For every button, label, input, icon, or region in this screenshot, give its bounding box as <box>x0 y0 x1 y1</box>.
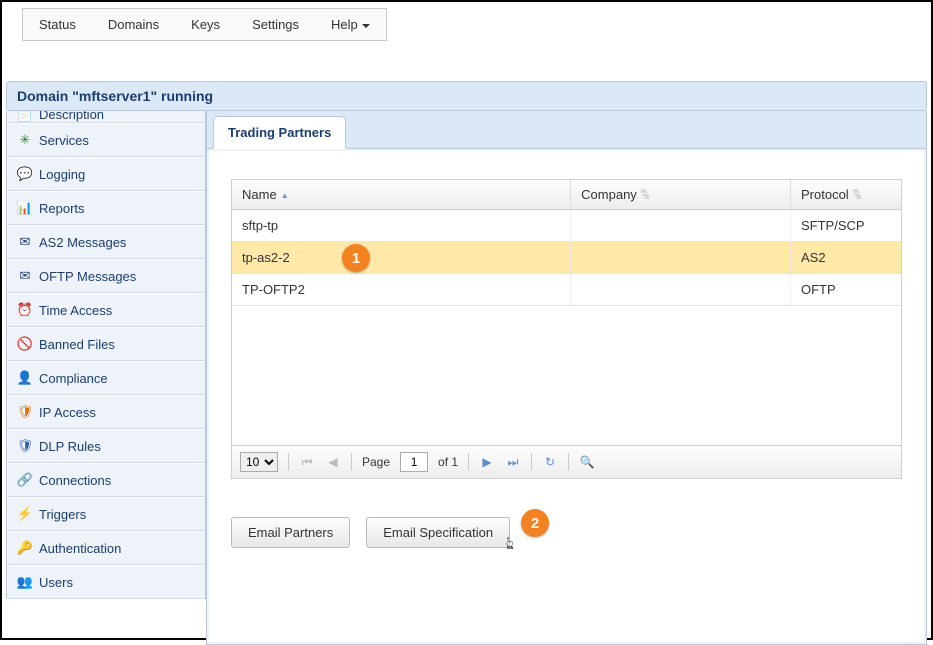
pager-sep <box>568 453 569 471</box>
logging-icon: 💬 <box>17 166 33 182</box>
prev-page-icon[interactable]: ◀ <box>325 454 341 470</box>
sidebar-item-triggers[interactable]: ⚡ Triggers <box>7 497 205 531</box>
sidebar-item-label: Reports <box>39 201 85 216</box>
email-specification-button[interactable]: Email Specification <box>366 517 510 548</box>
cell-protocol: AS2 <box>791 242 901 273</box>
menu-domains[interactable]: Domains <box>92 9 175 40</box>
sidebar-item-banned-files[interactable]: 🚫 Banned Files <box>7 327 205 361</box>
cell-company <box>571 274 791 305</box>
sidebar-item-compliance[interactable]: 👤 Compliance <box>7 361 205 395</box>
sidebar-item-label: Authentication <box>39 541 121 556</box>
dlp-icon: 🛡 <box>17 438 33 454</box>
pager-sep <box>288 453 289 471</box>
cell-protocol: SFTP/SCP <box>791 210 901 241</box>
main-panel: Trading Partners Name Company Protocol s… <box>206 111 927 645</box>
email-partners-button[interactable]: Email Partners <box>231 517 350 548</box>
panel-body: Name Company Protocol sftp-tp SFTP/SCP t… <box>209 151 924 642</box>
cell-company <box>571 210 791 241</box>
menu-help[interactable]: Help <box>315 9 386 40</box>
page-label: Page <box>362 455 390 469</box>
sidebar-item-logging[interactable]: 💬 Logging <box>7 157 205 191</box>
sidebar-item-reports[interactable]: 📊 Reports <box>7 191 205 225</box>
page-input[interactable] <box>400 452 428 472</box>
sidebar-item-time-access[interactable]: ⏰ Time Access <box>7 293 205 327</box>
sidebar-item-label: Compliance <box>39 371 108 386</box>
cell-company <box>571 242 791 273</box>
sidebar-item-dlp-rules[interactable]: 🛡 DLP Rules <box>7 429 205 463</box>
sidebar-item-label: IP Access <box>39 405 96 420</box>
sidebar-item-label: Services <box>39 133 89 148</box>
table-row[interactable]: TP-OFTP2 OFTP <box>232 274 901 306</box>
menu-keys[interactable]: Keys <box>175 9 236 40</box>
first-page-icon[interactable]: ⏮ <box>299 454 315 470</box>
cell-name: TP-OFTP2 <box>232 274 571 305</box>
sidebar-item-description[interactable]: 📄 Description <box>7 111 205 123</box>
tab-trading-partners[interactable]: Trading Partners <box>213 116 346 149</box>
col-name[interactable]: Name <box>232 180 571 209</box>
cell-protocol: OFTP <box>791 274 901 305</box>
cursor-pointer-icon: 👆︎ <box>506 533 514 554</box>
annotation-badge-2: 2 <box>521 509 549 537</box>
partners-table: Name Company Protocol sftp-tp SFTP/SCP t… <box>231 179 902 479</box>
sidebar-item-services[interactable]: ✳ Services <box>7 123 205 157</box>
sidebar-item-oftp-messages[interactable]: ✉ OFTP Messages <box>7 259 205 293</box>
cell-name: tp-as2-2 <box>232 242 571 273</box>
sidebar-item-label: AS2 Messages <box>39 235 126 250</box>
annotation-badge-1: 1 <box>342 244 370 272</box>
sidebar-item-label: OFTP Messages <box>39 269 136 284</box>
sidebar-item-label: Users <box>39 575 73 590</box>
as2-icon: ✉ <box>17 234 33 250</box>
services-icon: ✳ <box>17 132 33 148</box>
col-company[interactable]: Company <box>571 180 791 209</box>
compliance-icon: 👤 <box>17 370 33 386</box>
connections-icon: 🔗 <box>17 472 33 488</box>
sidebar-item-authentication[interactable]: 🔑 Authentication <box>7 531 205 565</box>
time-icon: ⏰ <box>17 302 33 318</box>
pager-sep <box>351 453 352 471</box>
sidebar-item-label: Triggers <box>39 507 86 522</box>
auth-icon: 🔑 <box>17 540 33 556</box>
pager: 10 ⏮ ◀ Page of 1 ▶ ⏭ ↻ 🔍 <box>232 445 901 478</box>
domain-title-bar: Domain "mftserver1" running <box>6 81 927 111</box>
table-row[interactable]: tp-as2-2 AS2 1 <box>232 242 901 274</box>
description-icon: 📄 <box>17 111 33 123</box>
sidebar-item-users[interactable]: 👥 Users <box>7 565 205 599</box>
next-page-icon[interactable]: ▶ <box>479 454 495 470</box>
sidebar-item-label: Description <box>39 111 104 122</box>
sidebar-item-label: Time Access <box>39 303 112 318</box>
tab-strip: Trading Partners <box>207 111 926 149</box>
cell-name: sftp-tp <box>232 210 571 241</box>
last-page-icon[interactable]: ⏭ <box>505 454 521 470</box>
sidebar-item-label: Logging <box>39 167 85 182</box>
users-icon: 👥 <box>17 574 33 590</box>
refresh-icon[interactable]: ↻ <box>542 454 558 470</box>
search-icon[interactable]: 🔍 <box>579 454 595 470</box>
pager-sep <box>468 453 469 471</box>
table-row[interactable]: sftp-tp SFTP/SCP <box>232 210 901 242</box>
sidebar-item-label: Connections <box>39 473 111 488</box>
ip-icon: 🛡 <box>17 404 33 420</box>
page-of-label: of 1 <box>438 455 458 469</box>
sidebar: 📄 Description ✳ Services 💬 Logging 📊 Rep… <box>6 111 206 599</box>
sidebar-item-as2-messages[interactable]: ✉ AS2 Messages <box>7 225 205 259</box>
menu-settings[interactable]: Settings <box>236 9 315 40</box>
col-protocol[interactable]: Protocol <box>791 180 901 209</box>
sidebar-item-ip-access[interactable]: 🛡 IP Access <box>7 395 205 429</box>
reports-icon: 📊 <box>17 200 33 216</box>
top-menu: Status Domains Keys Settings Help <box>2 2 931 47</box>
menu-status[interactable]: Status <box>23 9 92 40</box>
banned-icon: 🚫 <box>17 336 33 352</box>
table-header: Name Company Protocol <box>232 180 901 210</box>
sidebar-item-label: DLP Rules <box>39 439 101 454</box>
button-row: Email Partners Email Specification 2 👆︎ <box>231 517 902 548</box>
sidebar-item-label: Banned Files <box>39 337 115 352</box>
pager-sep <box>531 453 532 471</box>
sidebar-item-connections[interactable]: 🔗 Connections <box>7 463 205 497</box>
table-body: sftp-tp SFTP/SCP tp-as2-2 AS2 1 TP-OFTP2… <box>232 210 901 445</box>
triggers-icon: ⚡ <box>17 506 33 522</box>
top-menu-wrap: Status Domains Keys Settings Help <box>22 8 387 41</box>
page-size-select[interactable]: 10 <box>240 452 278 472</box>
oftp-icon: ✉ <box>17 268 33 284</box>
